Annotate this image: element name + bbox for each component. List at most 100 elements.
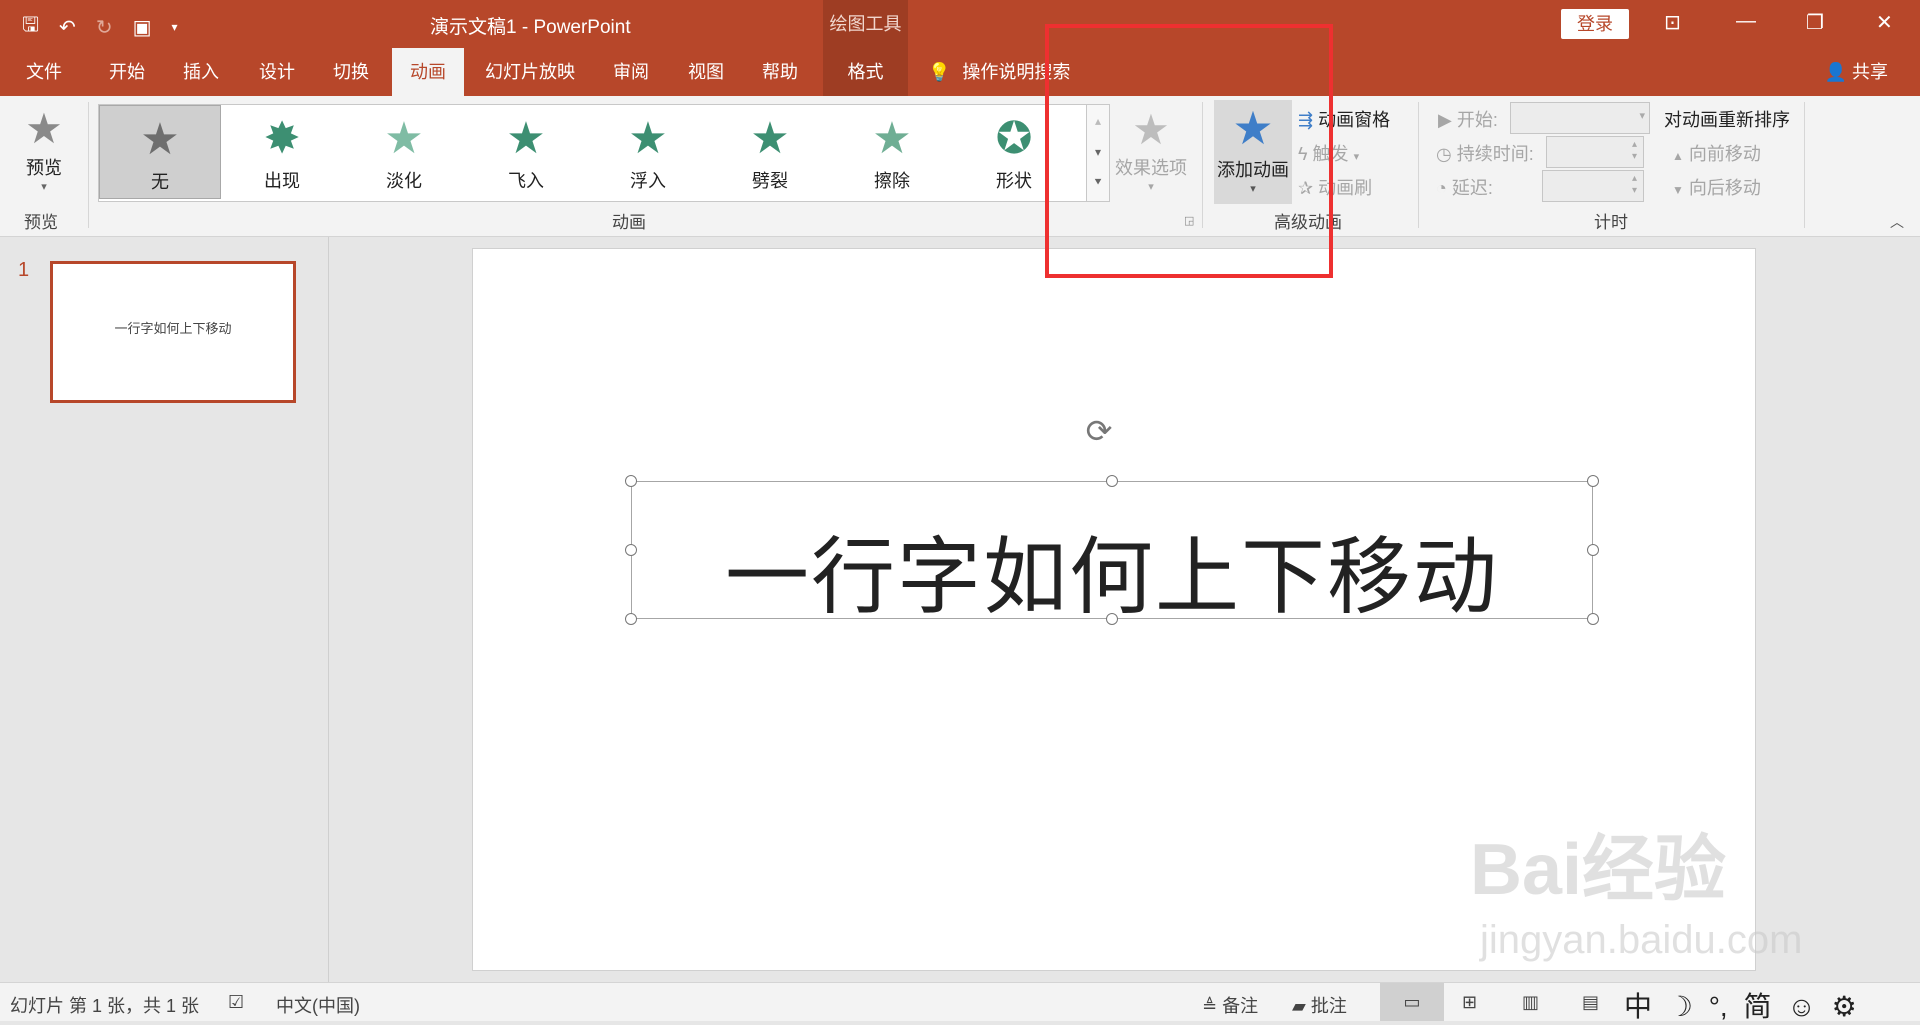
animation-label: 无	[151, 172, 169, 192]
divider	[88, 102, 89, 228]
close-icon[interactable]: ✕	[1876, 10, 1893, 35]
start-label-row: ▶ 开始:	[1438, 106, 1498, 132]
collapse-ribbon-icon[interactable]: ︿	[1890, 212, 1904, 232]
start-dropdown[interactable]: ▾	[1510, 102, 1650, 134]
lightbulb-icon: 💡	[928, 62, 951, 82]
ime-settings-icon[interactable]: ⚙	[1832, 991, 1857, 1022]
divider	[1418, 102, 1419, 228]
delay-stepper[interactable]: ▴ ▾	[1542, 170, 1644, 202]
animation-none[interactable]: ★ 无	[99, 105, 221, 199]
slide-thumbnail[interactable]: 一行字如何上下移动	[50, 261, 296, 403]
window-title: 演示文稿1 - PowerPoint	[430, 17, 631, 38]
comments-button[interactable]: ▰ 批注	[1292, 992, 1347, 1018]
tab-slideshow[interactable]: 幻灯片放映	[476, 48, 584, 96]
move-earlier-button[interactable]: ▲ 向前移动	[1672, 140, 1761, 166]
save-icon[interactable]: 🖫	[22, 10, 39, 44]
chevron-down-icon: ▾	[41, 181, 47, 193]
animation-fly-in[interactable]: ★ 飞入	[465, 105, 587, 199]
language-status[interactable]: 中文(中国)	[276, 992, 360, 1018]
animation-label: 浮入	[630, 171, 666, 191]
animation-label: 劈裂	[752, 171, 788, 191]
star-icon: ★	[628, 114, 668, 163]
text-box[interactable]: 一行字如何上下移动	[625, 475, 1599, 626]
tab-help[interactable]: 帮助	[750, 48, 810, 96]
divider	[1804, 102, 1805, 228]
animation-gallery: ★ 无 ✸ 出现 ★ 淡化 ★ 飞入 ★ 浮入 ★ 劈裂 ★ 擦除 ✪ 形状	[98, 104, 1092, 202]
animation-split[interactable]: ★ 劈裂	[709, 105, 831, 199]
tab-animations[interactable]: 动画	[392, 48, 464, 96]
ime-simplified[interactable]: 简	[1743, 991, 1771, 1022]
tab-format[interactable]: 格式	[823, 48, 908, 96]
reorder-title: 对动画重新排序	[1664, 110, 1790, 130]
duration-stepper[interactable]: ▴ ▾	[1546, 136, 1644, 168]
resize-handle[interactable]	[1106, 475, 1118, 487]
delay-label-row: ◔ 延迟:	[1436, 174, 1493, 200]
chevron-down-icon: ▾	[1639, 110, 1645, 122]
animation-wipe[interactable]: ★ 擦除	[831, 105, 953, 199]
slide-count-status: 幻灯片 第 1 张，共 1 张	[10, 996, 200, 1016]
ime-punctuation[interactable]: °,	[1709, 991, 1728, 1022]
ime-toolbar[interactable]: 中 ☽ °, 简 ☺ ⚙	[1624, 985, 1857, 1025]
rotate-handle-icon[interactable]: ⟳	[1082, 414, 1116, 448]
resize-handle[interactable]	[1106, 613, 1118, 625]
slideshow-view-icon[interactable]: ▤	[1582, 992, 1599, 1013]
resize-handle[interactable]	[625, 475, 637, 487]
resize-handle[interactable]	[1587, 613, 1599, 625]
preview-button[interactable]: ★ 预览 ▾	[12, 104, 76, 193]
animation-fade[interactable]: ★ 淡化	[343, 105, 465, 199]
tab-view[interactable]: 视图	[676, 48, 736, 96]
redo-icon[interactable]: ↻	[96, 15, 113, 40]
tab-insert[interactable]: 插入	[172, 48, 230, 96]
tab-design[interactable]: 设计	[248, 48, 306, 96]
baidu-watermark: Bai经验	[1470, 830, 1727, 910]
status-bar: 幻灯片 第 1 张，共 1 张 ☑ 中文(中国) ≜ 备注 ▰ 批注 ▭ ⊞ ▥…	[0, 982, 1920, 1022]
customize-qat-icon[interactable]: ▾	[171, 20, 177, 34]
preview-button-label: 预览	[26, 158, 62, 178]
animation-label: 淡化	[386, 171, 422, 191]
restore-icon[interactable]: ❐	[1806, 10, 1824, 35]
slide-number: 1	[18, 259, 30, 281]
ribbon-tabs: 文件 开始 插入 设计 切换 动画 幻灯片放映 审阅 视图 帮助 格式 💡 操作说…	[0, 48, 1920, 96]
move-later-button[interactable]: ▼ 向后移动	[1672, 174, 1761, 200]
tab-review[interactable]: 审阅	[600, 48, 662, 96]
thumbnail-text: 一行字如何上下移动	[114, 321, 232, 336]
reading-view-icon[interactable]: ▥	[1522, 992, 1539, 1013]
tab-transitions[interactable]: 切换	[322, 48, 380, 96]
clock-icon: ◔	[1436, 178, 1447, 198]
resize-handle[interactable]	[1587, 475, 1599, 487]
spinner-icon: ▴ ▾	[1631, 139, 1637, 162]
star-icon: ★	[506, 114, 546, 163]
triangle-down-icon: ▼	[1672, 183, 1684, 197]
ime-chinese[interactable]: 中	[1624, 991, 1652, 1022]
star-icon: ★	[140, 115, 180, 164]
move-later-label: 向后移动	[1688, 178, 1761, 198]
watermark-url: jingyan.baidu.com	[1480, 918, 1803, 962]
tab-file[interactable]: 文件	[18, 48, 70, 96]
resize-handle[interactable]	[625, 613, 637, 625]
present-icon[interactable]: ▣	[133, 15, 152, 40]
comment-icon: ▰	[1292, 996, 1306, 1016]
star-icon: ★	[384, 114, 424, 163]
animation-appear[interactable]: ✸ 出现	[221, 105, 343, 199]
resize-handle[interactable]	[1587, 544, 1599, 556]
minimize-icon[interactable]: —	[1736, 10, 1756, 33]
timing-group-label: 计时	[1594, 213, 1628, 232]
spellcheck-icon[interactable]: ☑	[228, 992, 244, 1013]
notes-button[interactable]: ≜ 备注	[1202, 992, 1258, 1018]
duration-label-row: ◷ 持续时间:	[1436, 140, 1534, 166]
login-button[interactable]: 登录	[1561, 9, 1629, 39]
ribbon-display-icon[interactable]: ⊡	[1664, 10, 1681, 35]
tab-home[interactable]: 开始	[98, 48, 156, 96]
share-label: 共享	[1852, 62, 1888, 82]
comments-label: 批注	[1310, 996, 1347, 1016]
undo-icon[interactable]: ↶	[59, 15, 76, 40]
preview-star-icon: ★	[25, 105, 63, 152]
resize-handle[interactable]	[625, 544, 637, 556]
animation-label: 出现	[264, 171, 300, 191]
animation-float-in[interactable]: ★ 浮入	[587, 105, 709, 199]
share-button[interactable]: 👤 共享	[1825, 48, 1888, 96]
ime-moon-icon[interactable]: ☽	[1668, 991, 1693, 1022]
ime-emoji-icon[interactable]: ☺	[1787, 991, 1816, 1022]
slide-sorter-icon[interactable]: ⊞	[1462, 992, 1477, 1013]
normal-view-icon[interactable]: ▭	[1380, 983, 1444, 1021]
